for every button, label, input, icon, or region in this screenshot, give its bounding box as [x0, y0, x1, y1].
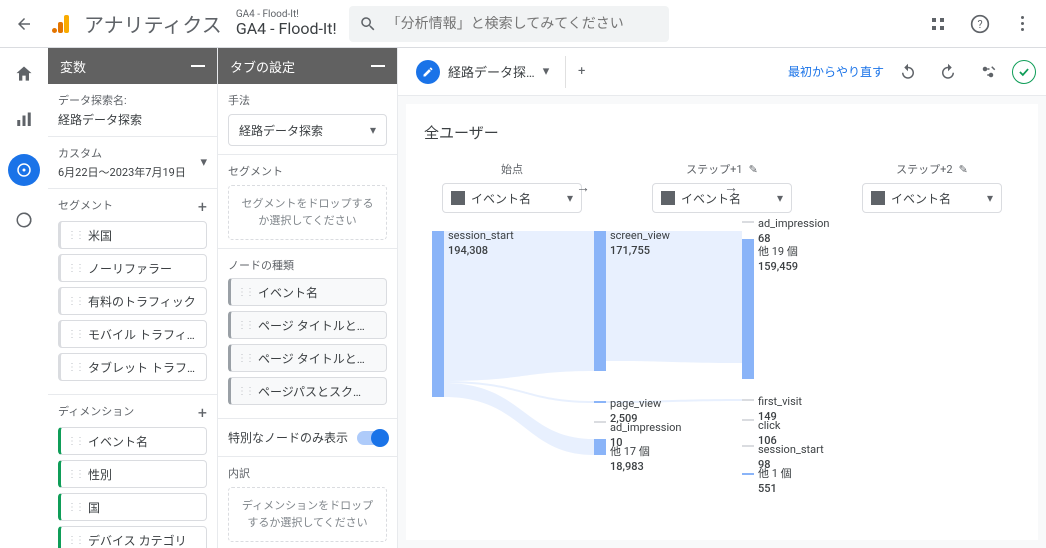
chip-item[interactable]: ⋮⋮ページ タイトルと…	[228, 344, 387, 372]
add-tab-button[interactable]: +	[565, 56, 597, 88]
search-icon	[349, 15, 387, 33]
special-nodes-toggle[interactable]	[357, 431, 387, 445]
canvas-area: 経路データ探… ▾ + 最初からやり直す 全ユーザー 始点 イベント名▾ ステッ…	[398, 48, 1046, 548]
rail-reports-icon[interactable]	[12, 108, 36, 132]
segment-drop-zone[interactable]: セグメントをドロップするか選択してください	[228, 185, 387, 240]
sankey-bar[interactable]	[742, 239, 754, 379]
sankey-bar[interactable]	[594, 231, 606, 371]
pencil-icon	[416, 60, 440, 84]
chip-item[interactable]: ⋮⋮ノーリファラー	[58, 254, 207, 282]
edit-step-icon[interactable]: ✎	[959, 163, 968, 176]
property-selector[interactable]: GA4 - Flood-It! GA4 - Flood-It!	[236, 9, 337, 38]
sankey-bar[interactable]	[594, 421, 606, 423]
variables-header: 変数	[48, 48, 217, 84]
chip-item[interactable]: ⋮⋮米国	[58, 221, 207, 249]
rail-home-icon[interactable]	[12, 62, 36, 86]
step1-node-select[interactable]: イベント名▾	[652, 183, 792, 213]
svg-text:?: ?	[977, 18, 982, 31]
sankey-node[interactable]: 他 19 個159,459	[758, 245, 798, 275]
chevron-down-icon: ▾	[543, 64, 550, 79]
chip-item[interactable]: ⋮⋮イベント名	[228, 278, 387, 306]
app-name: アナリティクス	[84, 9, 222, 38]
tag-icon	[661, 191, 675, 205]
vis-title: 全ユーザー	[424, 122, 1020, 143]
tag-icon	[451, 191, 465, 205]
start-node-select[interactable]: イベント名▾	[442, 183, 582, 213]
nav-rail	[0, 48, 48, 548]
add-dimension-button[interactable]: +	[198, 403, 207, 422]
exploration-tab[interactable]: 経路データ探… ▾	[408, 60, 557, 84]
more-icon[interactable]	[1006, 8, 1038, 40]
undo-icon[interactable]	[892, 56, 924, 88]
collapse-icon[interactable]	[371, 65, 385, 67]
sankey-node[interactable]: 他 17 個18,983	[610, 445, 650, 475]
help-icon[interactable]: ?	[964, 8, 996, 40]
exploration-name[interactable]: 経路データ探索	[58, 111, 207, 128]
search-input[interactable]	[387, 16, 669, 32]
chip-item[interactable]: ⋮⋮モバイル トラフィ…	[58, 320, 207, 348]
apps-icon[interactable]	[922, 8, 954, 40]
restart-link[interactable]: 最初からやり直す	[788, 63, 884, 80]
tag-icon	[871, 191, 885, 205]
chip-item[interactable]: ⋮⋮タブレット トラフ…	[58, 353, 207, 381]
edit-step-icon[interactable]: ✎	[749, 163, 758, 176]
chip-item[interactable]: ⋮⋮有料のトラフィック	[58, 287, 207, 315]
date-range-picker[interactable]: カスタム6月22日～2023年7月19日 ▾	[48, 137, 217, 189]
sankey-bar[interactable]	[742, 221, 754, 223]
share-icon[interactable]	[972, 56, 1004, 88]
chip-item[interactable]: ⋮⋮国	[58, 493, 207, 521]
add-segment-button[interactable]: +	[198, 197, 207, 216]
sankey-bar[interactable]	[742, 419, 754, 421]
chip-item[interactable]: ⋮⋮デバイス カテゴリ	[58, 526, 207, 548]
rail-explore-icon[interactable]	[8, 154, 40, 186]
sankey-bar[interactable]	[432, 231, 444, 397]
sankey-node[interactable]: ad_impression68	[758, 217, 829, 247]
chevron-down-icon: ▾	[200, 155, 207, 170]
chip-item[interactable]: ⋮⋮ページパスとスク…	[228, 377, 387, 405]
collapse-icon[interactable]	[191, 65, 205, 67]
tab-settings-header: タブの設定	[218, 48, 397, 84]
chip-item[interactable]: ⋮⋮ページ タイトルと…	[228, 311, 387, 339]
sankey-chart: → → session_start194,308 screen_view171,…	[424, 221, 1020, 540]
status-check-icon[interactable]	[1012, 60, 1036, 84]
technique-select[interactable]: 経路データ探索▾	[228, 114, 387, 146]
breakdown-drop-zone[interactable]: ディメンションをドロップするか選択してください	[228, 487, 387, 542]
search-bar[interactable]	[349, 6, 669, 42]
redo-icon[interactable]	[932, 56, 964, 88]
back-button[interactable]	[8, 8, 40, 40]
step2-node-select[interactable]: イベント名▾	[862, 183, 1002, 213]
analytics-logo	[50, 12, 74, 36]
chip-item[interactable]: ⋮⋮イベント名	[58, 427, 207, 455]
sankey-node[interactable]: screen_view171,755	[610, 229, 670, 259]
sankey-bar[interactable]	[742, 399, 754, 401]
sankey-bar[interactable]	[594, 439, 606, 455]
tab-settings-panel: タブの設定 手法 経路データ探索▾ セグメント セグメントをドロップするか選択し…	[218, 48, 398, 548]
sankey-bar[interactable]	[594, 401, 606, 403]
sankey-bar[interactable]	[742, 473, 754, 475]
sankey-bar[interactable]	[742, 445, 754, 447]
chip-item[interactable]: ⋮⋮性別	[58, 460, 207, 488]
sankey-node[interactable]: session_start194,308	[448, 229, 514, 259]
rail-ads-icon[interactable]	[12, 208, 36, 232]
sankey-node[interactable]: 他 1 個551	[758, 467, 792, 497]
variables-panel: 変数 データ探索名: 経路データ探索 カスタム6月22日～2023年7月19日 …	[48, 48, 218, 548]
